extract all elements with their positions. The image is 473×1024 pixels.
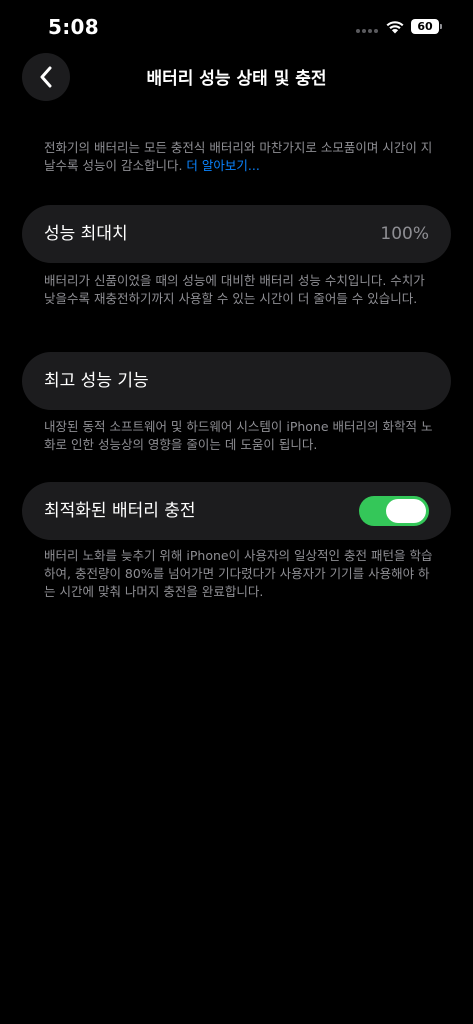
battery-health-screen: 5:08 60 배터리 성능 상태 및 충전 전화기의 배터리는 모든 충전식 …: [0, 0, 473, 1024]
max-capacity-value: 100%: [380, 224, 429, 244]
page-title: 배터리 성능 상태 및 충전: [146, 69, 327, 89]
optimized-charging-toggle[interactable]: [359, 496, 429, 526]
status-bar: 5:08 60: [0, 0, 473, 54]
optimized-charging-description: 배터리 노화를 늦추기 위해 iPhone이 사용자의 일상적인 충전 패턴을 …: [44, 548, 433, 599]
peak-performance-description: 내장된 동적 소프트웨어 및 하드웨어 시스템이 iPhone 배터리의 화학적…: [44, 419, 433, 452]
learn-more-link[interactable]: 더 알아보기...: [186, 158, 259, 173]
signal-dots-icon: [356, 29, 380, 33]
wifi-icon: [386, 21, 404, 34]
battery-icon: 60: [411, 19, 439, 34]
optimized-charging-row: 최적화된 배터리 충전: [22, 482, 451, 540]
max-capacity-row: 성능 최대치 100%: [22, 205, 451, 263]
intro-text: 전화기의 배터리는 모든 충전식 배터리와 마찬가지로 소모품이며 시간이 지날…: [44, 139, 439, 175]
battery-cap: [440, 24, 442, 29]
max-capacity-description: 배터리가 신품이었을 때의 성능에 대비한 배터리 성능 수치입니다. 수치가 …: [44, 273, 425, 306]
peak-performance-row[interactable]: 최고 성능 기능: [22, 352, 451, 410]
optimized-charging-label: 최적화된 배터리 충전: [44, 501, 196, 521]
toggle-knob: [386, 499, 426, 523]
max-capacity-label: 성능 최대치: [44, 224, 128, 244]
status-time: 5:08: [48, 15, 99, 39]
peak-performance-label: 최고 성능 기능: [44, 371, 149, 391]
